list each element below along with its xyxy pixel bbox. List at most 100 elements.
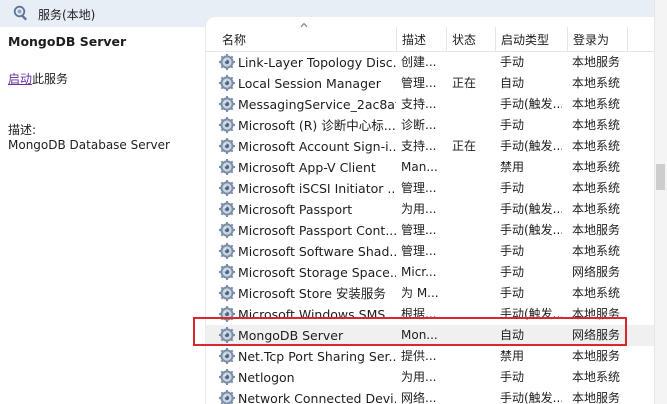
description-label: 描述: bbox=[8, 123, 37, 137]
column-separator[interactable] bbox=[567, 27, 568, 51]
gear-icon bbox=[219, 222, 235, 238]
service-log-on-as: 本地系统 bbox=[572, 370, 621, 384]
magnifier-gear-icon bbox=[13, 5, 28, 21]
service-name: Microsoft Store 安装服务 bbox=[238, 286, 386, 301]
service-status bbox=[452, 157, 492, 178]
service-name: Microsoft (R) 诊断中心标... bbox=[238, 118, 396, 133]
service-name: Microsoft iSCSI Initiator ... bbox=[238, 181, 396, 196]
service-log-on-as: 本地系统 bbox=[572, 181, 621, 195]
column-header-startup-type[interactable]: 启动类型 bbox=[501, 31, 549, 50]
service-status bbox=[452, 94, 492, 115]
service-startup-type: 手动 bbox=[500, 370, 525, 384]
table-row[interactable]: Microsoft Software Shad... 管理... 手动 本地系统 bbox=[206, 241, 667, 262]
service-status bbox=[452, 388, 492, 404]
service-details-pane: MongoDB Server 启动此服务 描述: MongoDB Databas… bbox=[0, 27, 205, 404]
gear-icon bbox=[219, 159, 235, 175]
service-name: MongoDB Server bbox=[238, 328, 344, 343]
service-name: Net.Tcp Port Sharing Ser... bbox=[238, 349, 396, 364]
service-status bbox=[452, 283, 492, 304]
table-row[interactable]: Net.Tcp Port Sharing Ser... 提供... 禁用 本地服务 bbox=[206, 346, 667, 367]
service-status: 正在 bbox=[452, 76, 477, 90]
service-name: Microsoft Account Sign-i... bbox=[238, 139, 396, 154]
service-startup-type: 手动(触发... bbox=[500, 97, 562, 111]
service-name: Netlogon bbox=[238, 370, 295, 385]
start-service-line: 启动此服务 bbox=[8, 70, 68, 87]
table-row[interactable]: Microsoft Passport 为用... 手动(触发... 本地系统 bbox=[206, 199, 667, 220]
service-startup-type: 手动(触发... bbox=[500, 202, 562, 216]
gear-icon bbox=[219, 138, 235, 154]
table-row[interactable]: Microsoft Storage Space... Micr... 手动 网络服务 bbox=[206, 262, 667, 283]
table-row[interactable]: Network Connected Devi... 网络... 手动(触发... 本地… bbox=[206, 388, 667, 404]
service-name: Local Session Manager bbox=[238, 76, 381, 91]
service-log-on-as: 本地系统 bbox=[572, 139, 621, 153]
column-header-log-on-as[interactable]: 登录为 bbox=[573, 31, 609, 50]
table-row[interactable]: MongoDB Server Mon... 自动 网络服务 bbox=[206, 325, 667, 346]
service-startup-type: 手动(触发... bbox=[500, 223, 562, 237]
table-row[interactable]: Link-Layer Topology Disc... 创建... 手动 本地服务 bbox=[206, 52, 667, 73]
service-startup-type: 手动(触发... bbox=[500, 139, 562, 153]
table-row[interactable]: Netlogon 为用... 手动 本地系统 bbox=[206, 367, 667, 388]
table-row[interactable]: Microsoft iSCSI Initiator ... 管理... 手动 本地系统 bbox=[206, 178, 667, 199]
sort-ascending-icon bbox=[300, 22, 308, 28]
service-name: MessagingService_2ac8af9 bbox=[238, 97, 396, 112]
column-header-description[interactable]: 描述 bbox=[402, 31, 426, 50]
service-description: 管理... bbox=[401, 181, 437, 195]
window-title: 服务(本地) bbox=[38, 8, 96, 22]
table-row[interactable]: Microsoft Passport Cont... 管理... 手动(触发... 本… bbox=[206, 220, 667, 241]
services-list: 名称 描述 状态 启动类型 登录为 Link-Layer Topology Di… bbox=[205, 17, 667, 404]
table-row[interactable]: MessagingService_2ac8af9 支持... 手动(触发... 本地系… bbox=[206, 94, 667, 115]
gear-icon bbox=[219, 306, 235, 322]
table-row[interactable]: Microsoft (R) 诊断中心标... 诊断... 手动 本地系统 bbox=[206, 115, 667, 136]
service-description: Man... bbox=[401, 160, 438, 174]
gear-icon bbox=[219, 285, 235, 301]
service-startup-type: 手动 bbox=[500, 55, 525, 69]
gear-icon bbox=[219, 369, 235, 385]
service-log-on-as: 本地系统 bbox=[572, 202, 621, 216]
service-status bbox=[452, 367, 492, 388]
service-status bbox=[452, 346, 492, 367]
service-startup-type: 禁用 bbox=[500, 160, 525, 174]
column-separator[interactable] bbox=[446, 27, 447, 51]
service-name: Link-Layer Topology Disc... bbox=[238, 55, 396, 70]
table-row[interactable]: Microsoft Store 安装服务 为 M... 手动 本地系统 bbox=[206, 283, 667, 304]
column-header-name[interactable]: 名称 bbox=[222, 31, 246, 50]
service-name: Microsoft Passport bbox=[238, 202, 353, 217]
table-row[interactable]: Microsoft App-V Client Man... 禁用 本地系统 bbox=[206, 157, 667, 178]
service-status bbox=[452, 304, 492, 325]
service-name: Microsoft Windows SMS ... bbox=[238, 307, 396, 322]
gear-icon bbox=[219, 117, 235, 133]
column-separator[interactable] bbox=[396, 27, 397, 51]
gear-icon bbox=[219, 180, 235, 196]
service-status bbox=[452, 220, 492, 241]
service-startup-type: 自动 bbox=[500, 76, 525, 90]
scrollbar-thumb[interactable] bbox=[656, 164, 665, 190]
service-log-on-as: 本地系统 bbox=[572, 97, 621, 111]
table-row[interactable]: Local Session Manager 管理... 正在 自动 本地系统 bbox=[206, 73, 667, 94]
table-row[interactable]: Microsoft Windows SMS ... 根据... 手动(触发... 本地… bbox=[206, 304, 667, 325]
service-log-on-as: 网络服务 bbox=[572, 328, 621, 342]
table-row[interactable]: Microsoft Account Sign-i... 支持... 正在 手动(触发.… bbox=[206, 136, 667, 157]
service-description: 管理... bbox=[401, 244, 437, 258]
vertical-scrollbar[interactable] bbox=[654, 0, 667, 404]
service-name: Microsoft Passport Cont... bbox=[238, 223, 396, 238]
service-description: 为用... bbox=[401, 370, 437, 384]
column-separator[interactable] bbox=[495, 27, 496, 51]
service-startup-type: 手动 bbox=[500, 265, 525, 279]
column-separator[interactable] bbox=[627, 27, 628, 51]
description-text: MongoDB Database Server bbox=[8, 138, 170, 152]
service-startup-type: 手动 bbox=[500, 286, 525, 300]
service-status bbox=[452, 241, 492, 262]
service-description: 为 M... bbox=[401, 286, 439, 300]
service-name: Microsoft Storage Space... bbox=[238, 265, 396, 280]
start-service-link[interactable]: 启动 bbox=[8, 72, 32, 86]
service-log-on-as: 本地服务 bbox=[572, 307, 621, 321]
service-log-on-as: 本地服务 bbox=[572, 349, 621, 363]
service-description: 诊断... bbox=[401, 118, 437, 132]
service-description: 提供... bbox=[401, 349, 437, 363]
gear-icon bbox=[219, 54, 235, 70]
column-header-status[interactable]: 状态 bbox=[452, 31, 476, 50]
service-name: Microsoft Software Shad... bbox=[238, 244, 396, 259]
gear-icon bbox=[219, 264, 235, 280]
service-description: Mon... bbox=[401, 328, 438, 342]
service-status bbox=[452, 325, 492, 346]
